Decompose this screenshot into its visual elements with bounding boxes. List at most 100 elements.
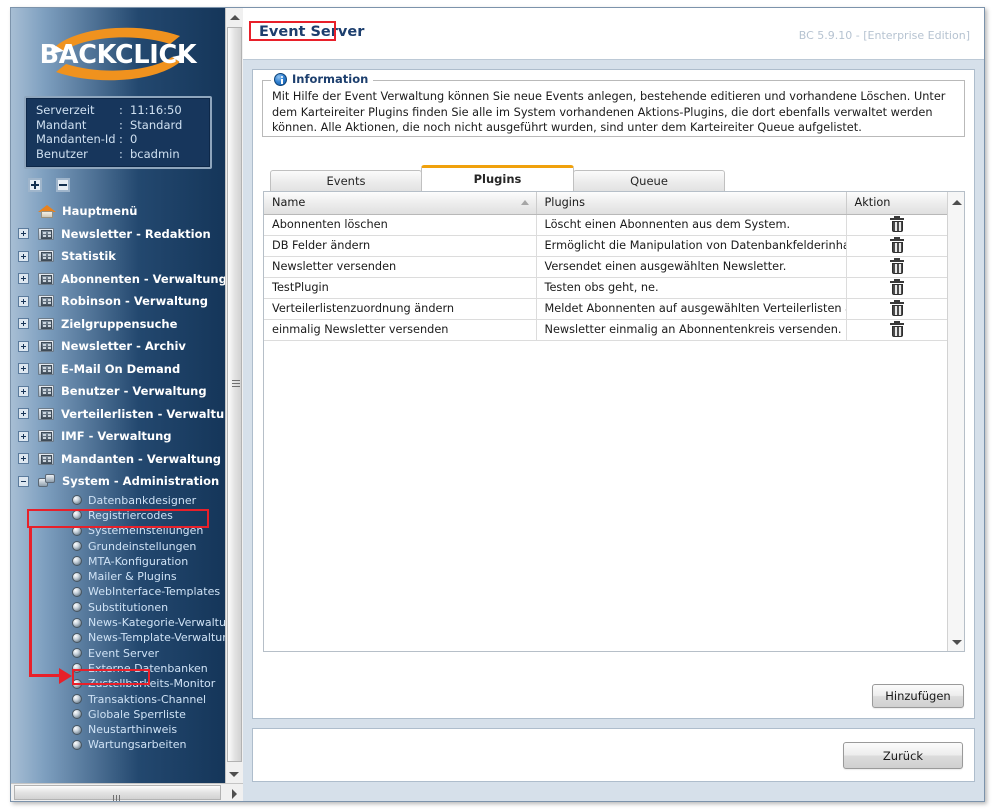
sidebar-hscroll-thumb[interactable] [14,785,221,801]
table-row[interactable]: TestPlugin Testen obs geht, ne. [264,277,948,299]
nav-item-label: Newsletter - Archiv [61,339,186,354]
column-header-aktion[interactable]: Aktion [846,192,948,215]
delete-icon[interactable] [889,299,904,316]
cell-action [846,235,948,257]
app-window: BACKCLICK Serverzeit:11:16:50 Mandant: Sta… [0,0,992,811]
tree-expander-icon[interactable] [18,453,29,465]
nav-item[interactable]: Hauptmenü [11,200,225,223]
nav-subitem[interactable]: Externe Datenbanken [11,661,225,676]
nav-subitem-label: Event Server [88,646,160,660]
nav-item[interactable]: E-Mail On Demand [11,358,225,381]
cell-action [846,256,948,278]
page-header: Event Server BC 5.9.10 - [Enterprise Edi… [243,8,984,60]
bullet-icon [72,663,82,674]
nav-item[interactable]: Mandanten - Verwaltung [11,448,225,471]
nav-subitem[interactable]: Neustarthinweis [11,722,225,737]
collapse-all-icon[interactable] [56,178,70,192]
expand-all-icon[interactable] [28,178,42,192]
status-separator: : [119,117,123,132]
nav-item[interactable]: System - Administration [11,470,225,493]
table-row[interactable]: Abonnenten löschen Löscht einen Abonnente… [264,214,948,236]
table-scroll-down-arrow-icon[interactable] [952,640,962,645]
nav-subitem[interactable]: Substitutionen [11,600,225,615]
scroll-right-arrow-icon[interactable] [232,789,237,799]
nav-subitem[interactable]: Registriercodes [11,508,225,523]
tree-expander-icon[interactable] [18,250,29,262]
nav-subitem[interactable]: Mailer & Plugins [11,569,225,584]
cell-action [846,214,948,236]
tab-plugins[interactable]: Plugins [421,165,574,191]
tree-expander-icon[interactable] [18,408,29,420]
nav-subitem[interactable]: Grundeinstellungen [11,538,225,553]
nav-subitem[interactable]: Globale Sperrliste [11,707,225,722]
tab-events[interactable]: Events [270,170,422,191]
sidebar-horizontal-scrollbar[interactable] [11,783,243,801]
nav-item[interactable]: Verteilerlisten - Verwaltung [11,403,225,426]
nav-subitem[interactable]: Systemeinstellungen [11,523,225,538]
nav-subitem[interactable]: WebInterface-Templates [11,584,225,599]
nav-item[interactable]: Newsletter - Archiv [11,335,225,358]
folder-icon [38,227,54,241]
table-row[interactable]: Newsletter versenden Versendet einen ausg… [264,256,948,278]
folder-icon [38,429,54,443]
table-scroll-up-arrow-icon[interactable] [952,200,962,205]
column-header-label: Aktion [854,196,891,210]
bullet-icon [72,541,82,552]
tree-expander-icon[interactable] [18,430,29,442]
delete-icon[interactable] [889,320,904,337]
tab-queue[interactable]: Queue [573,170,725,191]
nav-item[interactable]: IMF - Verwaltung [11,425,225,448]
nav-item[interactable]: Newsletter - Redaktion [11,223,225,246]
table-vertical-scrollbar[interactable] [947,192,964,651]
tree-expander-icon[interactable] [18,340,29,352]
plugins-table-container: Name Plugins Aktion Abonnenten löschen Lösc… [263,191,965,652]
nav-item-label: E-Mail On Demand [61,361,181,376]
nav-item[interactable]: Robinson - Verwaltung [11,290,225,313]
nav-subitem[interactable]: Zustellbarkeits-Monitor [11,676,225,691]
delete-icon[interactable] [889,278,904,295]
tree-expander-icon[interactable] [18,318,29,330]
nav-item[interactable]: Statistik [11,245,225,268]
nav-item[interactable]: Benutzer - Verwaltung [11,380,225,403]
nav-item-label: IMF - Verwaltung [61,429,172,444]
bullet-icon [72,586,82,597]
sidebar-vertical-scrollbar[interactable] [225,8,243,783]
nav-subitem[interactable]: Wartungsarbeiten [11,737,225,752]
folder-icon [38,272,54,286]
table-row[interactable]: Verteilerlistenzuordnung ändern Meldet Ab… [264,298,948,320]
scroll-down-arrow-icon[interactable] [229,772,239,777]
sort-ascending-icon [520,200,529,205]
table-row[interactable]: einmalig Newsletter versenden Newsletter … [264,319,948,341]
nav-subitem[interactable]: Event Server [11,645,225,660]
back-button[interactable]: Zurück [843,742,963,769]
nav-subitem[interactable]: Transaktions-Channel [11,691,225,706]
nav-subitem[interactable]: MTA-Konfiguration [11,554,225,569]
cell-plugins: Meldet Abonnenten auf ausgewählten Verte… [536,298,847,320]
nav-subitem[interactable]: News-Template-Verwaltung [11,630,225,645]
add-button[interactable]: Hinzufügen [872,684,964,708]
nav-item[interactable]: Zielgruppensuche [11,313,225,336]
tree-expander-icon[interactable] [18,273,29,285]
delete-icon[interactable] [889,257,904,274]
cell-name: DB Felder ändern [264,235,537,257]
scroll-up-arrow-icon[interactable] [230,15,240,20]
folder-icon [38,294,54,308]
delete-icon[interactable] [889,215,904,232]
nav-item-label: Hauptmenü [62,204,138,219]
column-header-plugins[interactable]: Plugins [536,192,847,215]
tree-expander-icon[interactable] [18,228,29,240]
page-title: Event Server [259,24,365,40]
nav-subitem[interactable]: Datenbankdesigner [11,493,225,508]
nav-item-label: Statistik [61,249,116,264]
nav-subitem[interactable]: News-Kategorie-Verwaltung [11,615,225,630]
delete-icon[interactable] [889,236,904,253]
table-row[interactable]: DB Felder ändern Ermöglicht die Manipulat… [264,235,948,257]
tree-expander-icon[interactable] [18,295,29,307]
tree-expander-icon[interactable] [18,385,29,397]
column-header-name[interactable]: Name [264,192,537,215]
tree-expander-icon[interactable] [18,475,29,487]
nav-item-label: System - Administration [62,474,220,489]
tree-expander-icon[interactable] [18,363,29,375]
sidebar-scroll-thumb[interactable] [227,27,242,762]
nav-item[interactable]: Abonnenten - Verwaltung [11,268,225,291]
